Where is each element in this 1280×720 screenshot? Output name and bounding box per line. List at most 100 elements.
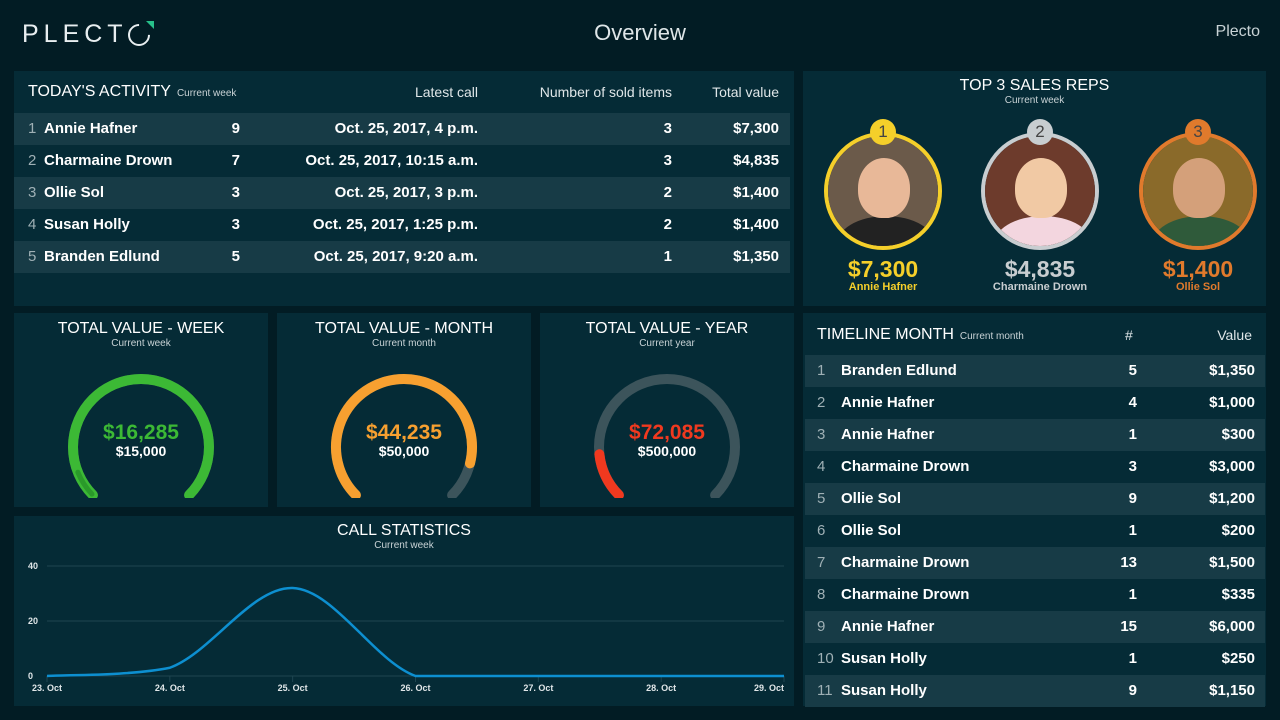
row-name: Ollie Sol: [841, 522, 902, 539]
y-tick-label: 40: [28, 561, 38, 571]
timeline-row[interactable]: 4 Charmaine Drown 3 $3,000: [805, 451, 1265, 483]
row-name: Charmaine Drown: [841, 458, 970, 475]
timeline-row[interactable]: 3 Annie Hafner 1 $300: [805, 419, 1265, 451]
row-value: $3,000: [1209, 458, 1255, 475]
row-latest-call: Oct. 25, 2017, 1:25 p.m.: [312, 216, 478, 233]
row-name: Ollie Sol: [841, 490, 902, 507]
row-rank: 9: [817, 618, 826, 635]
timeline-row[interactable]: 1 Branden Edlund 5 $1,350: [805, 355, 1265, 387]
gauge-fill: [594, 449, 624, 498]
avatar-photo: [858, 158, 910, 218]
column-count: #: [1125, 327, 1133, 343]
gauge-target: $50,000: [378, 443, 430, 459]
row-count: 13: [1120, 554, 1137, 571]
x-tick-label: 25. Oct: [278, 683, 308, 693]
column-latest-call: Latest call: [414, 84, 478, 100]
timeline-subtitle: Current month: [959, 331, 1024, 342]
activity-row[interactable]: 5 Branden Edlund 5 Oct. 25, 2017, 9:20 a.m.…: [14, 241, 790, 273]
gauge-value: $44,235: [366, 421, 442, 444]
timeline-header: TIMELINE MONTH Current month # Value: [803, 326, 1266, 348]
activity-row[interactable]: 2 Charmaine Drown 7 Oct. 25, 2017, 10:15 a.…: [14, 145, 790, 177]
timeline-table: 1 Branden Edlund 5 $1,350 2 Annie Hafner 4 $1,0…: [805, 355, 1265, 707]
row-value: $335: [1221, 586, 1255, 603]
account-name[interactable]: Plecto: [1216, 23, 1260, 41]
timeline-row[interactable]: 8 Charmaine Drown 1 $335: [805, 579, 1265, 611]
column-sold-items: Number of sold items: [539, 84, 672, 100]
row-calls: 3: [231, 184, 240, 201]
row-rank: 6: [817, 522, 826, 539]
row-rank: 5: [28, 248, 37, 265]
activity-row[interactable]: 1 Annie Hafner 9 Oct. 25, 2017, 4 p.m. 3 $7,3…: [14, 113, 790, 145]
y-tick-label: 20: [28, 616, 38, 626]
y-tick-label: 0: [28, 671, 33, 681]
gauge-target: $15,000: [115, 443, 167, 459]
row-name: Susan Holly: [841, 650, 927, 667]
top3-subtitle: Current week: [1004, 95, 1065, 106]
row-name: Charmaine Drown: [841, 586, 970, 603]
row-sold-items: 2: [663, 184, 672, 201]
activity-row[interactable]: 4 Susan Holly 3 Oct. 25, 2017, 1:25 p.m. 2 $1…: [14, 209, 790, 241]
row-count: 3: [1128, 458, 1137, 475]
gauge-year-panel: TOTAL VALUE - YEAR Current year $72,085 $50…: [540, 313, 794, 507]
row-name: Annie Hafner: [841, 394, 935, 411]
gauge-subtitle: Current year: [639, 338, 695, 349]
row-sold-items: 2: [663, 216, 672, 233]
row-value: $250: [1221, 650, 1255, 667]
row-rank: 1: [28, 120, 37, 137]
row-value: $1,000: [1209, 394, 1255, 411]
sales-rep-1[interactable]: 1 $7,300 Annie Hafner: [808, 119, 958, 293]
row-total-value: $1,400: [733, 184, 779, 201]
series-line-calls: [46, 586, 784, 678]
row-count: 9: [1128, 682, 1137, 699]
row-total-value: $1,350: [733, 248, 779, 265]
row-name: Branden Edlund: [841, 362, 957, 379]
row-calls: 9: [231, 120, 240, 137]
top3-title: TOP 3 SALES REPS: [959, 77, 1110, 94]
gauge-week-panel: TOTAL VALUE - WEEK Current week $16,285 $15…: [14, 313, 268, 507]
rep-name: Ollie Sol: [1175, 281, 1220, 293]
row-calls: 3: [231, 216, 240, 233]
timeline-row[interactable]: 10 Susan Holly 1 $250: [805, 643, 1265, 675]
row-count: 15: [1120, 618, 1137, 635]
row-rank: 3: [28, 184, 37, 201]
rep-name: Annie Hafner: [848, 281, 918, 293]
avatar-photo: [1173, 158, 1225, 218]
column-value: Value: [1217, 327, 1252, 343]
row-rank: 8: [817, 586, 826, 603]
row-name: Charmaine Drown: [841, 554, 970, 571]
header: PLECT Overview Plecto: [0, 0, 1280, 68]
gauge-subtitle: Current week: [111, 338, 171, 349]
x-tick-label: 26. Oct: [400, 683, 430, 693]
sales-rep-2[interactable]: 2 $4,835 Charmaine Drown: [965, 119, 1115, 293]
sales-rep-3[interactable]: 3 $1,400 Ollie Sol: [1123, 119, 1273, 293]
rep-amount: $4,835: [1004, 256, 1076, 282]
activity-row[interactable]: 3 Ollie Sol 3 Oct. 25, 2017, 3 p.m. 2 $1,400: [14, 177, 790, 209]
timeline-row[interactable]: 7 Charmaine Drown 13 $1,500: [805, 547, 1265, 579]
timeline-row[interactable]: 9 Annie Hafner 15 $6,000: [805, 611, 1265, 643]
row-rank: 10: [817, 650, 834, 667]
row-name: Charmaine Drown: [44, 152, 173, 169]
row-count: 1: [1128, 650, 1137, 667]
row-rank: 5: [817, 490, 826, 507]
row-count: 9: [1128, 490, 1137, 507]
timeline-row[interactable]: 5 Ollie Sol 9 $1,200: [805, 483, 1265, 515]
x-tick-label: 27. Oct: [523, 683, 553, 693]
gauge-value: $72,085: [629, 421, 705, 444]
rank-badge: 2: [1027, 119, 1053, 145]
timeline-row[interactable]: 6 Ollie Sol 1 $200: [805, 515, 1265, 547]
rep-amount: $1,400: [1162, 256, 1234, 282]
timeline-title: TIMELINE MONTH: [817, 326, 954, 343]
gauge-month-panel: TOTAL VALUE - MONTH Current month $44,235 $…: [277, 313, 531, 507]
timeline-row[interactable]: 2 Annie Hafner 4 $1,000: [805, 387, 1265, 419]
gauge-title: TOTAL VALUE - MONTH: [314, 320, 494, 337]
row-rank: 7: [817, 554, 826, 571]
row-rank: 1: [817, 362, 826, 379]
activity-subtitle: Current week: [176, 88, 237, 99]
row-rank: 2: [817, 394, 826, 411]
rep-amount: $7,300: [847, 256, 919, 282]
activity-title: TODAY'S ACTIVITY: [28, 83, 171, 100]
row-name: Annie Hafner: [841, 426, 935, 443]
row-rank: 2: [28, 152, 37, 169]
timeline-row[interactable]: 11 Susan Holly 9 $1,150: [805, 675, 1265, 707]
row-latest-call: Oct. 25, 2017, 9:20 a.m.: [313, 248, 478, 265]
